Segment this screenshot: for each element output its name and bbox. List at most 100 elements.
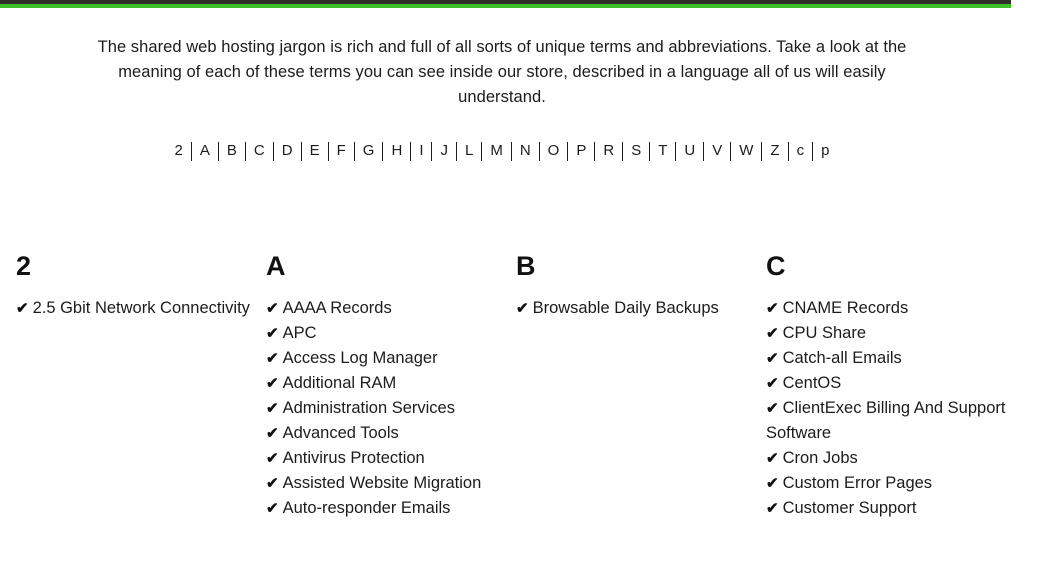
alpha-nav-link-U[interactable]: U: [676, 141, 703, 161]
term-link[interactable]: Cron Jobs: [783, 449, 858, 467]
alpha-nav-link-E[interactable]: E: [302, 141, 328, 161]
alpha-nav-link-c[interactable]: c: [789, 141, 813, 161]
alpha-nav-item: E: [302, 141, 329, 161]
term-link[interactable]: Assisted Website Migration: [283, 474, 482, 492]
term-link[interactable]: Administration Services: [283, 399, 455, 417]
alpha-nav-link-B[interactable]: B: [219, 141, 245, 161]
alpha-nav-link-G[interactable]: G: [355, 141, 383, 161]
alpha-nav-item: M: [482, 141, 512, 161]
alpha-nav-link-S[interactable]: S: [623, 141, 649, 161]
term-link[interactable]: AAAA Records: [283, 299, 392, 317]
alpha-nav-link-2[interactable]: 2: [167, 141, 191, 161]
alpha-nav-link-M[interactable]: M: [482, 141, 511, 161]
alpha-nav-item: G: [355, 141, 384, 161]
term-list-item[interactable]: ✔ Catch-all Emails: [766, 346, 1006, 371]
term-list-item[interactable]: ✔ Access Log Manager: [266, 346, 506, 371]
term-list-item[interactable]: ✔ ClientExec Billing And Support Software: [766, 396, 1006, 446]
term-list-item[interactable]: ✔ AAAA Records: [266, 296, 506, 321]
check-icon: ✔: [266, 500, 279, 517]
term-list-item[interactable]: ✔ APC: [266, 321, 506, 346]
term-link[interactable]: Advanced Tools: [283, 424, 399, 442]
alpha-nav-item: S: [623, 141, 651, 161]
alpha-nav-link-I[interactable]: I: [411, 141, 431, 161]
alpha-nav-link-R[interactable]: R: [595, 141, 622, 161]
term-list-item[interactable]: ✔ Antivirus Protection: [266, 446, 506, 471]
check-icon: ✔: [766, 300, 779, 317]
alpha-nav-item: D: [274, 141, 302, 161]
alpha-nav-item: L: [457, 141, 483, 161]
alpha-nav-item: C: [246, 141, 274, 161]
glossary-column-B: B ✔ Browsable Daily Backups: [516, 250, 766, 321]
alpha-nav-item: I: [411, 141, 433, 161]
term-link[interactable]: ClientExec Billing And Support Software: [766, 399, 1005, 442]
term-link[interactable]: APC: [283, 324, 317, 342]
term-link[interactable]: 2.5 Gbit Network Connectivity: [33, 299, 250, 317]
term-list-item[interactable]: ✔ Additional RAM: [266, 371, 506, 396]
intro-paragraph: The shared web hosting jargon is rich an…: [97, 37, 907, 106]
alpha-nav-item: U: [676, 141, 705, 161]
alpha-nav-item: A: [192, 141, 219, 161]
term-link[interactable]: Custom Error Pages: [783, 474, 932, 492]
term-list-item[interactable]: ✔ Assisted Website Migration: [266, 471, 506, 496]
alphabet-index-nav[interactable]: 2ABCDEFGHIJLMNOPRSTUVWZcp: [0, 141, 1004, 161]
alpha-nav-link-N[interactable]: N: [512, 141, 539, 161]
alpha-nav-item: H: [383, 141, 412, 161]
term-link[interactable]: CentOS: [783, 374, 842, 392]
term-list-item[interactable]: ✔ Browsable Daily Backups: [516, 296, 756, 321]
check-icon: ✔: [266, 300, 279, 317]
alpha-nav-link-P[interactable]: P: [568, 141, 594, 161]
check-icon: ✔: [266, 400, 279, 417]
alpha-nav-item: N: [512, 141, 540, 161]
alpha-nav-item: p: [813, 141, 837, 161]
term-list-item[interactable]: ✔ CentOS: [766, 371, 1006, 396]
alpha-nav-link-W[interactable]: W: [731, 141, 761, 161]
term-link[interactable]: Additional RAM: [283, 374, 397, 392]
term-list-item[interactable]: ✔ Customer Support: [766, 496, 1006, 521]
check-icon: ✔: [266, 375, 279, 392]
alpha-nav-item: P: [568, 141, 596, 161]
alpha-nav-link-L[interactable]: L: [457, 141, 481, 161]
alpha-nav-link-Z[interactable]: Z: [762, 141, 787, 161]
term-list-item[interactable]: ✔ 2.5 Gbit Network Connectivity: [16, 296, 256, 321]
glossary-columns: 2 ✔ 2.5 Gbit Network Connectivity A ✔ AAAA Re…: [16, 250, 1023, 521]
alpha-nav-link-C[interactable]: C: [246, 141, 273, 161]
term-list-item[interactable]: ✔ Custom Error Pages: [766, 471, 1006, 496]
alpha-nav-link-F[interactable]: F: [329, 141, 354, 161]
alpha-nav-item: c: [789, 141, 814, 161]
term-list: ✔ Browsable Daily Backups: [516, 296, 756, 321]
term-link[interactable]: Browsable Daily Backups: [533, 299, 719, 317]
check-icon: ✔: [766, 350, 779, 367]
check-icon: ✔: [266, 350, 279, 367]
term-list: ✔ CNAME Records ✔ CPU Share ✔ Catch-all Email…: [766, 296, 1006, 521]
term-list-item[interactable]: ✔ CPU Share: [766, 321, 1006, 346]
alpha-nav-link-V[interactable]: V: [704, 141, 730, 161]
check-icon: ✔: [266, 450, 279, 467]
alpha-nav-link-A[interactable]: A: [192, 141, 218, 161]
term-list-item[interactable]: ✔ CNAME Records: [766, 296, 1006, 321]
alpha-nav-link-O[interactable]: O: [540, 141, 568, 161]
term-link[interactable]: Access Log Manager: [283, 349, 438, 367]
term-link[interactable]: CPU Share: [783, 324, 866, 342]
alpha-nav-item: R: [595, 141, 624, 161]
check-icon: ✔: [266, 325, 279, 342]
term-link[interactable]: CNAME Records: [783, 299, 909, 317]
term-link[interactable]: Auto-responder Emails: [283, 499, 451, 517]
term-list-item[interactable]: ✔ Advanced Tools: [266, 421, 506, 446]
term-link[interactable]: Customer Support: [783, 499, 917, 517]
term-link[interactable]: Catch-all Emails: [783, 349, 902, 367]
glossary-column-C: C ✔ CNAME Records ✔ CPU Share ✔ Catch-all Emai…: [766, 250, 1016, 521]
term-list-item[interactable]: ✔ Auto-responder Emails: [266, 496, 506, 521]
check-icon: ✔: [266, 425, 279, 442]
term-list: ✔ 2.5 Gbit Network Connectivity: [16, 296, 256, 321]
alpha-nav-link-T[interactable]: T: [650, 141, 675, 161]
alpha-nav-link-J[interactable]: J: [432, 141, 456, 161]
alpha-nav-link-H[interactable]: H: [383, 141, 410, 161]
alpha-nav-link-p[interactable]: p: [813, 141, 837, 161]
check-icon: ✔: [766, 400, 779, 417]
term-list-item[interactable]: ✔ Administration Services: [266, 396, 506, 421]
check-icon: ✔: [766, 500, 779, 517]
term-list-item[interactable]: ✔ Cron Jobs: [766, 446, 1006, 471]
glossary-column-2: 2 ✔ 2.5 Gbit Network Connectivity: [16, 250, 266, 321]
alpha-nav-link-D[interactable]: D: [274, 141, 301, 161]
term-link[interactable]: Antivirus Protection: [283, 449, 425, 467]
